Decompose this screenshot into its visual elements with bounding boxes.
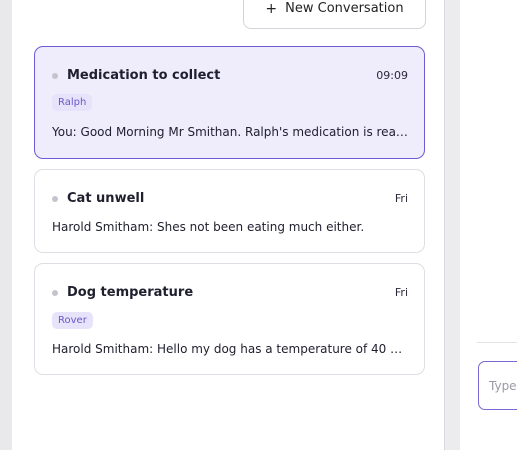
pet-tag: Rover [52,312,93,329]
sidebar-edge [0,0,12,450]
status-dot [52,72,58,79]
conversation-title: Dog temperature [67,285,194,300]
conversation-preview: You: Good Morning Mr Smithan. Ralph's me… [52,125,408,139]
message-input[interactable] [478,361,517,410]
conversation-preview: Harold Smitham: Shes not been eating muc… [52,220,365,234]
conversation-card-cat-unwell[interactable]: Cat unwell Fri Harold Smitham: Shes not … [34,169,425,253]
status-dot [52,195,58,202]
conversation-card-dog-temperature[interactable]: Dog temperature Fri Rover Harold Smitham… [34,263,425,375]
new-conversation-button[interactable]: + New Conversation [243,0,426,29]
conversation-title: Medication to collect [67,68,221,83]
pet-tag: Ralph [52,94,93,111]
status-dot [52,289,58,296]
conversation-time: Fri [394,286,408,299]
conversation-title: Cat unwell [67,191,145,206]
conversation-card-medication[interactable]: Medication to collect 09:09 Ralph You: G… [34,46,425,159]
conversation-time: Fri [394,192,408,205]
composer-divider [477,342,517,343]
conversation-preview: Harold Smitham: Hello my dog has a tempe… [52,342,408,356]
new-conversation-label: New Conversation [285,1,404,16]
plus-icon: + [265,0,278,17]
panel-gutter [445,0,460,450]
conversation-time: 09:09 [376,69,408,82]
